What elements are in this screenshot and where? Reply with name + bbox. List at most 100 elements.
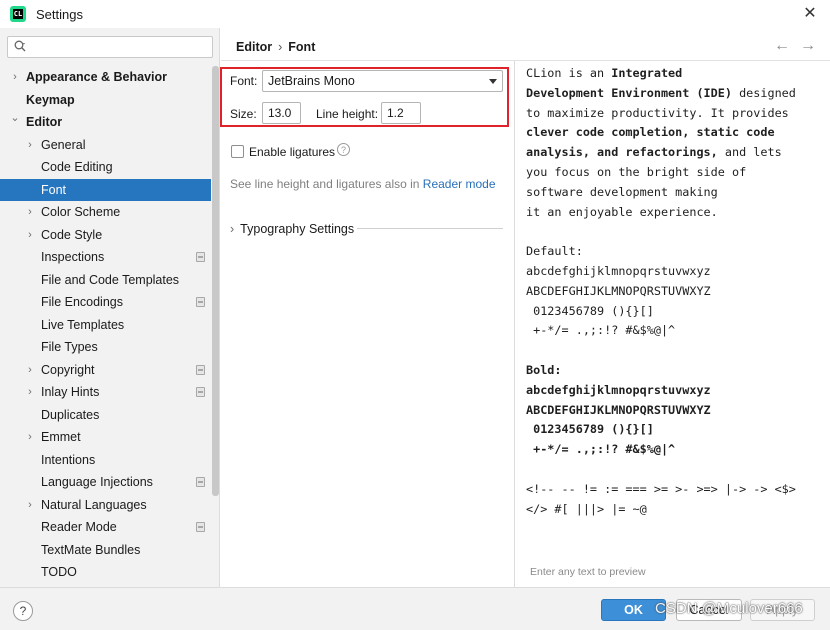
line-height-input[interactable]: 1.2 (381, 102, 421, 124)
sidebar-item-color-scheme[interactable]: › Color Scheme (0, 201, 211, 223)
sidebar-item-intentions[interactable]: Intentions (0, 449, 211, 471)
window-title: Settings (36, 7, 83, 22)
sidebar-item-editor[interactable]: ⌄ Editor (0, 111, 211, 133)
sidebar-item-code-style[interactable]: › Code Style (0, 224, 211, 246)
breadcrumb-current: Font (288, 40, 316, 54)
settings-sidebar: › Appearance & Behavior Keymap ⌄ Editor › Gene… (0, 28, 220, 587)
project-scope-icon (196, 522, 205, 532)
sidebar-item-emmet[interactable]: › Emmet (0, 426, 211, 448)
preview-text: 0123456789 (){}[] (526, 304, 654, 318)
chevron-down-icon[interactable]: ⌄ (10, 107, 20, 129)
preview-ligature-line: </> #[ |||> |= ~@ (526, 499, 647, 519)
help-button[interactable]: ? (13, 601, 33, 621)
chevron-right-icon[interactable]: › (25, 134, 35, 156)
help-icon[interactable]: ? (337, 143, 350, 156)
chevron-right-icon[interactable]: › (25, 426, 35, 448)
breadcrumb: Editor › Font (236, 40, 315, 54)
reader-mode-link[interactable]: Reader mode (423, 177, 496, 191)
preview-bold-label: Bold: (526, 360, 562, 380)
sidebar-item-keymap[interactable]: Keymap (0, 89, 211, 111)
preview-intro-line: you focus on the bright side of (526, 162, 746, 182)
typography-settings-toggle[interactable]: › Typography Settings (230, 222, 354, 236)
preview-placeholder: Enter any text to preview (530, 566, 646, 578)
sidebar-item-copyright[interactable]: › Copyright (0, 359, 211, 381)
forward-arrow-icon[interactable]: → (800, 37, 816, 54)
chevron-right-icon[interactable]: › (25, 381, 35, 403)
font-family-value: JetBrains Mono (268, 74, 355, 88)
sidebar-item-duplicates[interactable]: Duplicates (0, 404, 211, 426)
project-scope-icon (196, 365, 205, 375)
close-icon[interactable]: ✕ (800, 4, 820, 24)
breadcrumb-separator: › (278, 40, 283, 54)
preview-text: <!-- -- != := === >= >- >=> |-> -> <$> (526, 482, 796, 496)
preview-text: ABCDEFGHIJKLMNOPQRSTUVWXYZ (526, 403, 711, 417)
sidebar-item-label: Emmet (41, 430, 81, 444)
preview-bold-line: 0123456789 (){}[] (526, 419, 654, 439)
preview-text: you focus on the bright side of (526, 165, 747, 179)
sidebar-item-natural-languages[interactable]: › Natural Languages (0, 494, 211, 516)
sidebar-item-label: Duplicates (41, 408, 100, 422)
project-scope-icon (196, 297, 205, 307)
sidebar-item-language-injections[interactable]: Language Injections (0, 471, 211, 493)
sidebar-item-textmate-bundles[interactable]: TextMate Bundles (0, 539, 211, 561)
enable-ligatures-checkbox[interactable] (231, 145, 244, 158)
font-size-input[interactable]: 13.0 (262, 102, 301, 124)
sidebar-item-label: Copyright (41, 363, 95, 377)
font-label: Font: (230, 74, 258, 88)
sidebar-item-font[interactable]: Font (0, 179, 211, 201)
preview-text: to maximize productivity. It provides (526, 106, 789, 120)
preview-text: 0123456789 (){}[] (526, 422, 654, 436)
preview-text: designed (731, 86, 796, 100)
sidebar-item-label: Language Injections (41, 475, 153, 489)
enable-ligatures-label[interactable]: Enable ligatures (249, 145, 335, 159)
sidebar-item-appearance-behavior[interactable]: › Appearance & Behavior (0, 66, 211, 88)
sidebar-item-inlay-hints[interactable]: › Inlay Hints (0, 381, 211, 403)
project-scope-icon (196, 477, 205, 487)
preview-text: analysis, and refactorings, (526, 145, 718, 159)
sidebar-item-label: Editor (26, 115, 63, 129)
preview-text: +-*/= .,;:!? #&$%@|^ (526, 442, 676, 456)
preview-text: </> #[ |||> |= ~@ (526, 502, 647, 516)
sidebar-item-reader-mode[interactable]: Reader Mode (0, 516, 211, 538)
search-input[interactable] (7, 36, 213, 58)
sidebar-item-todo[interactable]: TODO (0, 561, 211, 583)
reader-mode-hint: See line height and ligatures also in Re… (230, 177, 496, 191)
preview-bold-line: ABCDEFGHIJKLMNOPQRSTUVWXYZ (526, 400, 711, 420)
sidebar-item-label: TextMate Bundles (41, 543, 141, 557)
clion-logo-icon: CL (10, 6, 26, 22)
chevron-right-icon[interactable]: › (25, 224, 35, 246)
chevron-right-icon[interactable]: › (25, 494, 35, 516)
chevron-right-icon[interactable]: › (25, 359, 35, 381)
sidebar-item-label: File Encodings (41, 295, 123, 309)
chevron-right-icon[interactable]: › (25, 201, 35, 223)
watermark: CSDN @Mculover666 (655, 600, 803, 617)
chevron-right-icon[interactable]: › (10, 66, 20, 88)
sidebar-scrollbar[interactable] (212, 66, 219, 496)
preview-intro-line: CLion is an Integrated (526, 63, 682, 83)
preview-text: abcdefghijklmnopqrstuvwxyz (526, 264, 711, 278)
sidebar-item-file-types[interactable]: File Types (0, 336, 211, 358)
sidebar-item-label: General (41, 138, 86, 152)
back-arrow-icon[interactable]: ← (774, 37, 790, 54)
sidebar-item-label: Live Templates (41, 318, 125, 332)
font-family-select[interactable]: JetBrains Mono (262, 70, 503, 92)
font-preview-editor[interactable]: Enter any text to preview CLion is an In… (514, 61, 830, 587)
preview-text: software development making (526, 185, 718, 199)
preview-intro-line: it an enjoyable experience. (526, 202, 718, 222)
preview-bold-line: abcdefghijklmnopqrstuvwxyz (526, 380, 711, 400)
sidebar-item-live-templates[interactable]: Live Templates (0, 314, 211, 336)
preview-text: abcdefghijklmnopqrstuvwxyz (526, 383, 711, 397)
sidebar-item-file-encodings[interactable]: File Encodings (0, 291, 211, 313)
breadcrumb-parent[interactable]: Editor (236, 40, 272, 54)
sidebar-item-file-and-code-templates[interactable]: File and Code Templates (0, 269, 211, 291)
sidebar-item-label: Inspections (41, 250, 105, 264)
sidebar-item-general[interactable]: › General (0, 134, 211, 156)
sidebar-item-label: Appearance & Behavior (26, 70, 168, 84)
sidebar-item-inspections[interactable]: Inspections (0, 246, 211, 268)
chevron-right-icon: › (230, 222, 235, 236)
sidebar-item-label: Font (41, 183, 67, 197)
search-icon (14, 40, 26, 52)
sidebar-item-code-editing[interactable]: Code Editing (0, 156, 211, 178)
preview-default-line: 0123456789 (){}[] (526, 301, 654, 321)
size-label: Size: (230, 107, 257, 121)
